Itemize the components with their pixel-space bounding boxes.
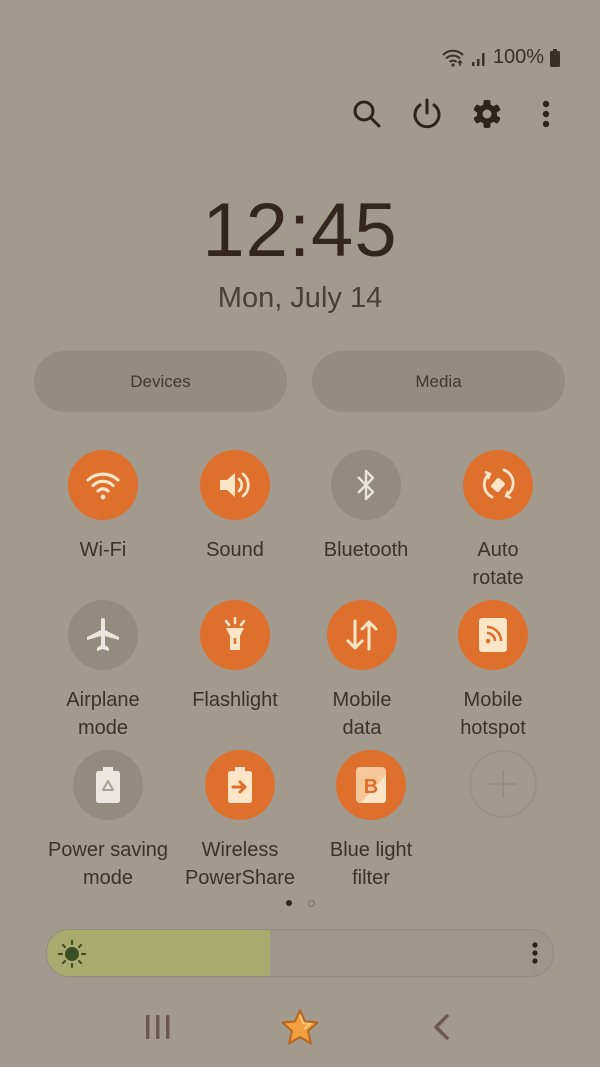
brightness-more-button[interactable] — [531, 941, 539, 970]
more-vertical-icon — [542, 100, 550, 128]
tile-wifi-circle — [68, 450, 138, 520]
flashlight-icon — [224, 617, 246, 650]
tile-mobile-data[interactable]: Mobile data — [296, 600, 428, 742]
power-icon — [413, 98, 441, 129]
battery-full-icon — [550, 48, 560, 67]
tile-sound-label: Sound — [206, 539, 264, 561]
tile-wireless-powershare-label: Wireless PowerShare — [184, 839, 296, 889]
media-button[interactable]: Media — [312, 351, 565, 412]
status-bar: 100% — [441, 46, 560, 69]
search-button[interactable] — [347, 94, 387, 134]
tile-wireless-powershare-circle — [205, 750, 275, 820]
tile-auto-rotate-circle — [463, 450, 533, 520]
tile-sound[interactable]: Sound — [169, 450, 301, 564]
tile-airplane-mode-circle — [68, 600, 138, 670]
add-tile-circle — [469, 750, 537, 818]
tile-mobile-hotspot-label: Mobile hotspot — [460, 689, 526, 739]
tile-mobile-data-circle — [327, 600, 397, 670]
tile-mobile-hotspot[interactable]: Mobile hotspot — [427, 600, 559, 742]
clock-time: 12:45 — [202, 188, 398, 273]
page-indicator — [0, 900, 600, 907]
tile-mobile-data-label: Mobile data — [332, 689, 392, 739]
tile-power-saving[interactable]: Power saving mode — [42, 750, 174, 892]
signal-bars-icon — [471, 49, 487, 67]
tile-bluetooth-circle — [331, 450, 401, 520]
star-home-icon — [281, 1009, 319, 1045]
page-dot-1[interactable] — [285, 900, 292, 906]
navigation-bar — [0, 1004, 600, 1050]
tile-flashlight[interactable]: Flashlight — [169, 600, 301, 714]
tile-blue-light-filter[interactable]: B Blue light filter — [305, 750, 437, 892]
back-button[interactable] — [416, 1004, 466, 1050]
devices-button[interactable]: Devices — [34, 351, 287, 412]
mobile-data-icon — [346, 619, 378, 651]
more-vertical-icon — [532, 942, 538, 964]
quick-panel-toolbar — [0, 94, 600, 134]
tile-airplane-mode-label: Airplane mode — [66, 689, 140, 739]
tile-bluetooth[interactable]: Bluetooth — [300, 450, 432, 564]
tile-power-saving-label: Power saving mode — [47, 839, 169, 889]
tile-flashlight-circle — [200, 600, 270, 670]
gear-icon — [473, 100, 501, 128]
hotspot-icon — [479, 618, 507, 652]
tile-bluetooth-label: Bluetooth — [323, 539, 409, 561]
wifi-calling-icon — [441, 49, 465, 67]
blue-light-filter-icon: B — [356, 767, 386, 803]
power-button[interactable] — [407, 94, 447, 134]
auto-rotate-icon — [482, 468, 515, 500]
wifi-icon — [86, 472, 120, 500]
search-icon — [353, 100, 381, 128]
recents-button[interactable] — [133, 1004, 183, 1050]
clock-date: Mon, July 14 — [217, 282, 383, 314]
recents-icon — [146, 1015, 170, 1039]
tile-auto-rotate[interactable]: Auto rotate — [432, 450, 564, 592]
power-saving-icon — [96, 767, 120, 803]
wireless-powershare-icon — [228, 767, 252, 803]
more-options-button[interactable] — [526, 94, 566, 134]
svg-text:B: B — [364, 776, 378, 798]
speaker-icon — [220, 472, 250, 498]
plus-icon — [489, 770, 517, 798]
tile-wifi-label: Wi-Fi — [79, 539, 127, 561]
tile-power-saving-circle — [73, 750, 143, 820]
bluetooth-icon — [357, 469, 375, 501]
brightness-slider[interactable] — [46, 929, 554, 977]
tile-blue-light-filter-circle: B — [336, 750, 406, 820]
airplane-icon — [87, 618, 119, 651]
home-button[interactable] — [275, 1004, 325, 1050]
tile-flashlight-label: Flashlight — [192, 689, 278, 711]
tile-sound-circle — [200, 450, 270, 520]
tile-wifi[interactable]: Wi-Fi — [37, 450, 169, 564]
tile-airplane-mode[interactable]: Airplane mode — [37, 600, 169, 742]
tile-wireless-powershare[interactable]: Wireless PowerShare — [174, 750, 306, 892]
add-tile-button[interactable] — [437, 750, 569, 818]
tile-mobile-hotspot-circle — [458, 600, 528, 670]
back-chevron-icon — [434, 1014, 449, 1040]
tile-blue-light-filter-label: Blue light filter — [329, 839, 413, 889]
page-dot-2[interactable] — [307, 900, 315, 907]
tile-auto-rotate-label: Auto rotate — [472, 539, 524, 589]
sun-icon — [57, 939, 87, 974]
settings-button[interactable] — [467, 94, 507, 134]
battery-percent: 100% — [492, 46, 544, 68]
